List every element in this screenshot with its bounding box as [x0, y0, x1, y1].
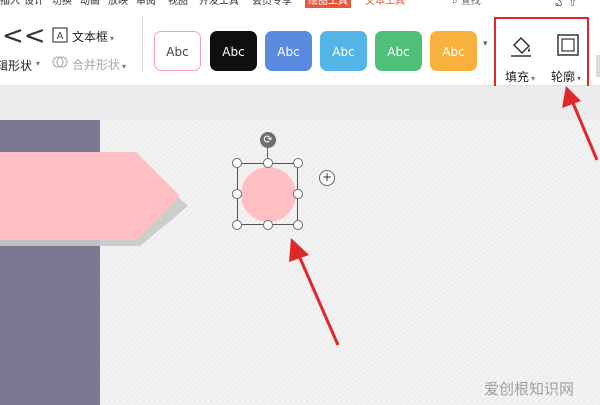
text-box-label: 文本框: [72, 30, 109, 44]
shape-style-preset[interactable]: Abc: [320, 31, 367, 71]
svg-text:A: A: [57, 31, 64, 42]
merge-shape-icon: [52, 56, 68, 68]
menu-animation[interactable]: 动画: [80, 0, 100, 8]
menu-developer[interactable]: 开发工具: [199, 0, 239, 8]
menu-drawing-tools[interactable]: 绘图工具: [305, 0, 351, 8]
shape-style-preset[interactable]: Abc: [154, 31, 201, 71]
search-icon: ⌕: [452, 0, 458, 7]
fill-button[interactable]: 填充 ▾: [505, 68, 535, 85]
pink-circle-shape[interactable]: [241, 167, 296, 222]
rotate-handle-icon[interactable]: ⟳: [260, 132, 276, 148]
ribbon-toolbar: << 编辑形状 ▾ A 文本框▾ 合并形状▾ AbcAbcAbcAbcAbcAb…: [0, 9, 600, 93]
chevron-down-icon: ▾: [531, 74, 536, 83]
search-box[interactable]: ⌕ 查找: [452, 0, 481, 8]
shape-style-preset[interactable]: Abc: [430, 31, 477, 71]
menu-text-tools[interactable]: 文本工具: [365, 0, 405, 8]
chevron-down-icon[interactable]: ▾: [36, 59, 40, 68]
add-effect-button[interactable]: +: [319, 170, 335, 186]
menu-review[interactable]: 审阅: [136, 0, 156, 8]
resize-handle-right[interactable]: [293, 189, 303, 199]
outline-label: 轮廓: [551, 70, 576, 84]
paint-bucket-icon[interactable]: [508, 33, 534, 59]
ribbon-divider: [142, 17, 143, 73]
edit-shape-label[interactable]: 编辑形状: [0, 57, 32, 74]
resize-handle-top-left[interactable]: [232, 158, 242, 168]
shape-style-preset[interactable]: Abc: [210, 31, 257, 71]
ribbon-scroll-edge[interactable]: [596, 55, 600, 77]
text-box-button[interactable]: 文本框 ▾: [72, 28, 114, 45]
fill-label: 填充: [505, 70, 530, 84]
merge-shape-button[interactable]: 合并形状 ▾: [72, 56, 126, 73]
gallery-more-icon[interactable]: ▾: [483, 39, 488, 49]
menu-view[interactable]: 视图: [168, 0, 188, 8]
merge-shape-label: 合并形状: [72, 58, 121, 72]
edit-shape-icon[interactable]: <<: [2, 23, 46, 49]
canvas-top-band: [0, 86, 600, 120]
shape-style-preset[interactable]: Abc: [265, 31, 312, 71]
text-box-icon: A: [52, 27, 68, 43]
chevron-down-icon: ▾: [110, 34, 115, 43]
arrow-shape[interactable]: [0, 150, 190, 246]
chevron-down-icon: ▾: [122, 62, 127, 71]
menu-design[interactable]: 设计: [24, 0, 44, 8]
fill-outline-highlight: 填充 ▾ 轮廓 ▾: [494, 17, 589, 93]
menu-transition[interactable]: 切换: [52, 0, 72, 8]
menu-member[interactable]: 会员专享: [252, 0, 292, 8]
resize-handle-top-right[interactable]: [293, 158, 303, 168]
chevron-down-icon: ▾: [577, 74, 582, 83]
resize-handle-bottom[interactable]: [263, 220, 273, 230]
resize-handle-bottom-right[interactable]: [293, 220, 303, 230]
account-icon[interactable]: ఎ ⇧: [555, 0, 577, 9]
menu-insert[interactable]: 插入: [0, 0, 20, 8]
resize-handle-top[interactable]: [263, 158, 273, 168]
shape-style-preset[interactable]: Abc: [375, 31, 422, 71]
menu-slideshow[interactable]: 放映: [108, 0, 128, 8]
outline-button[interactable]: 轮廓 ▾: [551, 68, 581, 85]
resize-handle-bottom-left[interactable]: [232, 220, 242, 230]
watermark-text: 爱创根知识网: [484, 380, 575, 398]
outline-icon[interactable]: [556, 33, 580, 57]
resize-handle-left[interactable]: [232, 189, 242, 199]
menu-bar: 插入 设计 切换 动画 放映 审阅 视图 开发工具 会员专享 绘图工具 文本工具…: [0, 0, 600, 9]
search-label: 查找: [460, 0, 481, 7]
